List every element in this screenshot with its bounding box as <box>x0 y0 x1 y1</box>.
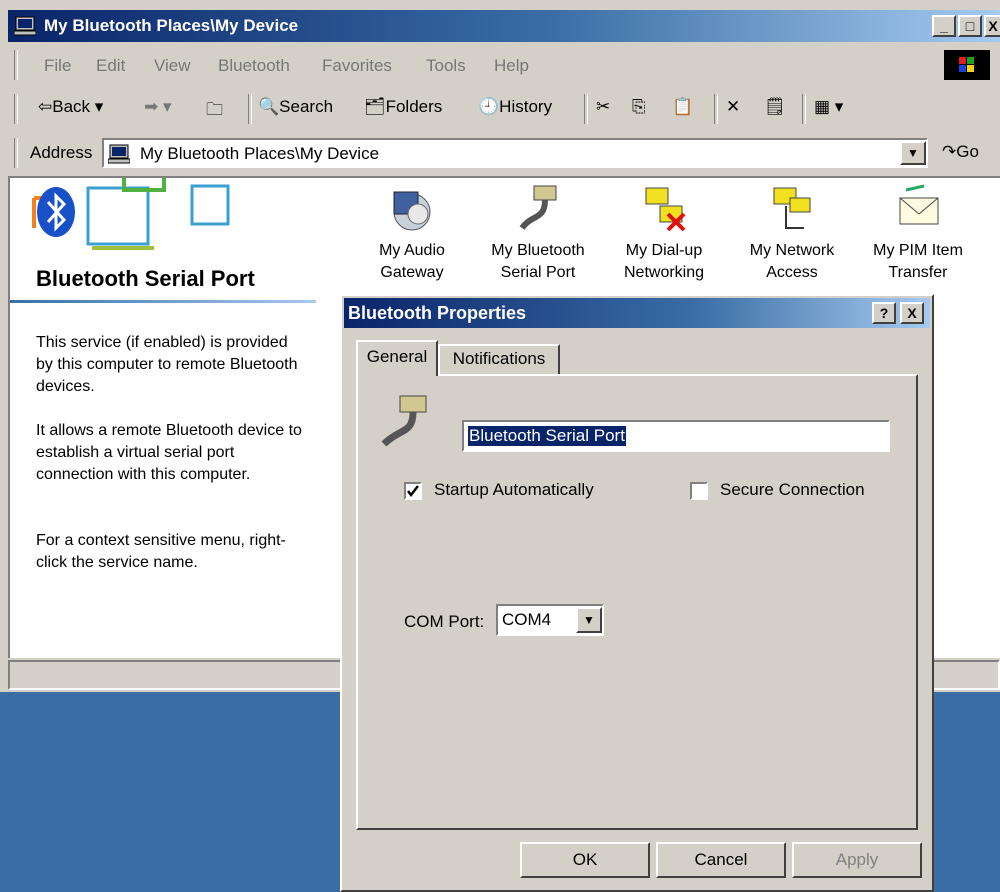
cancel-button[interactable]: Cancel <box>656 842 786 878</box>
dropdown-arrow-icon: ▼ <box>583 613 595 627</box>
go-arrow-icon: ↷ <box>942 142 957 161</box>
close-button[interactable]: X <box>984 15 1000 37</box>
delete-x-icon: ✕ <box>726 97 741 116</box>
com-port-select[interactable]: COM4 ▼ <box>496 604 604 636</box>
address-dropdown-button[interactable]: ▼ <box>900 141 926 165</box>
device-my-dialup-networking[interactable]: My Dial-up Networking <box>604 180 724 284</box>
service-title: Bluetooth Serial Port <box>36 266 255 291</box>
back-arrow-icon: ⇦ <box>38 97 53 116</box>
windows-logo <box>944 50 990 80</box>
startup-automatically-label[interactable]: Startup Automatically <box>434 480 594 500</box>
up-folder-button[interactable]: 🗀 <box>206 97 223 126</box>
device-my-bluetooth-serial-port[interactable]: My Bluetooth Serial Port <box>478 180 598 284</box>
help-button[interactable]: ? <box>872 302 896 324</box>
headset-icon <box>393 191 431 231</box>
history-icon: 🕘 <box>478 97 500 116</box>
forward-arrow-icon: ➡ ▾ <box>144 97 172 116</box>
computer-icon <box>14 16 36 36</box>
minimize-button[interactable]: _ <box>932 15 956 37</box>
device-my-pim-item-transfer[interactable]: My PIM Item Transfer <box>858 180 978 284</box>
folders-button[interactable]: 🗂Folders <box>364 97 442 117</box>
dialog-title: Bluetooth Properties <box>348 303 527 323</box>
menu-edit[interactable]: Edit <box>96 56 125 76</box>
menu-bar: File Edit View Bluetooth Favorites Tools… <box>8 46 1000 86</box>
copy-icon: ⎘ <box>632 97 646 116</box>
up-folder-icon: 🗀 <box>206 100 223 119</box>
service-name-input[interactable]: Bluetooth Serial Port <box>462 420 890 452</box>
bluetooth-icon <box>37 187 75 237</box>
dialog-title-bar[interactable]: Bluetooth Properties ? X <box>344 298 930 328</box>
context-menu-hint: For a context sensitive menu, right-clic… <box>36 532 286 571</box>
computer-icon <box>108 144 130 164</box>
delete-button[interactable]: ✕ <box>726 97 740 117</box>
network-icon <box>773 187 811 229</box>
menu-view[interactable]: View <box>154 56 191 76</box>
tab-general[interactable]: General <box>356 340 438 376</box>
paste-button[interactable]: 📋 <box>672 97 693 117</box>
ok-button[interactable]: OK <box>520 842 650 878</box>
secure-connection-checkbox[interactable] <box>690 482 708 500</box>
back-button[interactable]: ⇦Back ▾ <box>38 97 103 117</box>
device-my-audio-gateway[interactable]: My Audio Gateway <box>352 180 472 284</box>
serial-cable-icon <box>381 395 427 447</box>
startup-automatically-checkbox[interactable] <box>404 482 422 500</box>
address-label: Address <box>30 143 93 162</box>
close-icon: X <box>907 305 917 321</box>
standard-toolbar: ⇦Back ▾ ➡ ▾ 🗀 🔍Search 🗂Folders 🕘History … <box>8 92 1000 128</box>
search-button[interactable]: 🔍Search <box>258 97 333 117</box>
menu-tools[interactable]: Tools <box>426 56 466 76</box>
search-icon: 🔍 <box>258 97 280 116</box>
address-value: My Bluetooth Places\My Device <box>140 144 380 163</box>
forward-button[interactable]: ➡ ▾ <box>144 97 172 117</box>
service-name-text: Bluetooth Serial Port <box>468 426 626 446</box>
com-port-label: COM Port: <box>404 612 485 631</box>
serial-cable-icon <box>519 185 557 230</box>
envelope-icon <box>899 184 939 225</box>
scissors-icon: ✂ <box>596 97 611 116</box>
menu-favorites[interactable]: Favorites <box>322 56 392 76</box>
dialup-icon <box>645 187 686 232</box>
views-grid-icon: ▦ ▾ <box>814 97 844 116</box>
service-description: This service (if enabled) is provided by… <box>36 334 298 395</box>
service-details: It allows a remote Bluetooth device to e… <box>36 422 302 483</box>
com-port-dropdown-button[interactable]: ▼ <box>576 607 602 633</box>
properties-button[interactable]: 🗒 <box>764 97 786 117</box>
tab-notifications[interactable]: Notifications <box>438 344 560 374</box>
address-input[interactable]: My Bluetooth Places\My Device ▼ <box>102 138 928 168</box>
paste-icon: 📋 <box>672 97 694 116</box>
address-bar: Address My Bluetooth Places\My Device ▼ … <box>8 134 1000 172</box>
menu-file[interactable]: File <box>44 56 71 76</box>
checkmark-icon <box>407 485 419 498</box>
maximize-button[interactable]: □ <box>958 15 982 37</box>
device-my-network-access[interactable]: My Network Access <box>732 180 852 284</box>
general-tab-panel: Bluetooth Serial Port Startup Automatica… <box>356 374 918 830</box>
secure-connection-label[interactable]: Secure Connection <box>720 480 865 500</box>
web-view-pane: Bluetooth Serial Port This service (if e… <box>10 178 316 656</box>
history-button[interactable]: 🕘History <box>478 97 552 117</box>
views-button[interactable]: ▦ ▾ <box>814 97 843 117</box>
menu-help[interactable]: Help <box>494 56 529 76</box>
bluetooth-properties-dialog: Bluetooth Properties ? X General Notific… <box>340 294 934 892</box>
window-title: My Bluetooth Places\My Device <box>44 16 299 35</box>
dialog-close-button[interactable]: X <box>900 302 924 324</box>
folders-icon: 🗂 <box>364 97 386 116</box>
menu-bluetooth[interactable]: Bluetooth <box>218 56 290 76</box>
help-icon: ? <box>879 305 889 321</box>
copy-button[interactable]: ⎘ <box>632 97 646 117</box>
properties-icon: 🗒 <box>764 97 786 116</box>
go-button[interactable]: ↷Go <box>942 142 979 162</box>
apply-button[interactable]: Apply <box>792 842 922 878</box>
title-underline <box>10 300 316 303</box>
cut-button[interactable]: ✂ <box>596 97 610 117</box>
com-port-value: COM4 <box>502 610 552 629</box>
explorer-title-bar[interactable]: My Bluetooth Places\My Device _ □ X <box>8 10 1000 42</box>
dropdown-arrow-icon: ▼ <box>907 146 919 160</box>
